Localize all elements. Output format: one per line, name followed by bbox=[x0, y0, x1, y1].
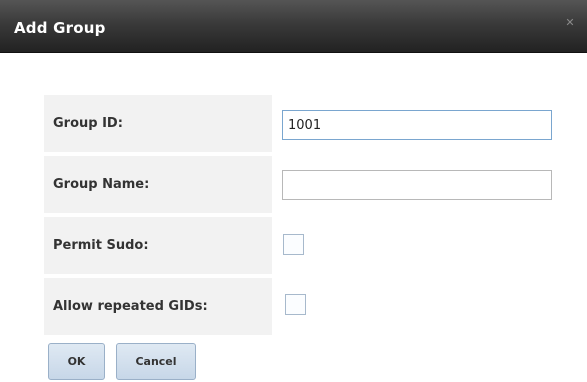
group-id-input[interactable] bbox=[282, 110, 552, 140]
permit-sudo-label: Permit Sudo: bbox=[44, 217, 272, 274]
dialog-title: Add Group bbox=[14, 19, 106, 37]
allow-repeated-gids-checkbox[interactable] bbox=[285, 294, 306, 315]
close-icon[interactable]: ✕ bbox=[563, 16, 577, 30]
group-name-input[interactable] bbox=[282, 170, 552, 200]
permit-sudo-checkbox[interactable] bbox=[283, 234, 304, 255]
group-id-label: Group ID: bbox=[44, 95, 272, 152]
ok-button[interactable]: OK bbox=[48, 343, 105, 380]
group-name-label: Group Name: bbox=[44, 156, 272, 213]
allow-repeated-gids-label: Allow repeated GIDs: bbox=[44, 278, 272, 335]
cancel-button[interactable]: Cancel bbox=[116, 343, 196, 380]
dialog-titlebar: Add Group ✕ bbox=[0, 0, 587, 53]
